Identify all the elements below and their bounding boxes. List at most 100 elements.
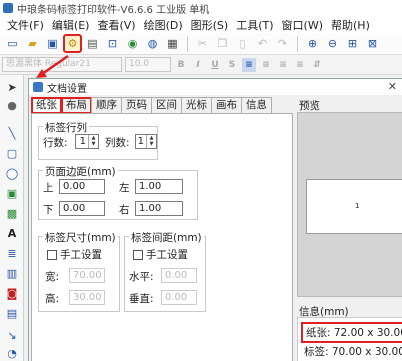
page-margins-group: 页面边距(mm) 上 0.00 左 1.00 下 0.00 右 1.00	[38, 164, 198, 220]
preview-heading: 预览	[299, 100, 320, 112]
rich-text-tool-icon[interactable]: ≣	[4, 245, 20, 261]
menu-edit[interactable]: 编辑(E)	[48, 17, 94, 33]
label-height-input[interactable]: 30.00	[69, 290, 105, 305]
redo-icon[interactable]: ↷	[274, 35, 291, 52]
checkbox-label: 手工设置	[146, 249, 188, 261]
close-icon[interactable]: ✕	[388, 80, 397, 93]
label-width-input[interactable]: 70.00	[69, 268, 105, 283]
menu-file[interactable]: 文件(F)	[3, 17, 48, 33]
undo-icon[interactable]: ↶	[254, 35, 271, 52]
align-left-icon[interactable]: ≡	[242, 57, 256, 72]
barcode-tool-icon[interactable]: ▥	[4, 265, 20, 281]
print-preview-icon[interactable]: ▤	[84, 35, 101, 52]
new-file-icon[interactable]: ▭	[4, 35, 21, 52]
zoom-page-icon[interactable]: ⊡	[104, 35, 121, 52]
select-pointer-icon[interactable]: ➤	[4, 79, 20, 95]
tab-canvas[interactable]: 画布	[211, 97, 242, 114]
preview-label-shape: 1	[306, 179, 402, 234]
hand-icon[interactable]: ●	[4, 97, 20, 113]
tab-page-number[interactable]: 页码	[121, 97, 152, 114]
margin-top-input[interactable]: 0.00	[59, 179, 105, 194]
bold-icon[interactable]: B	[174, 58, 188, 72]
width-label: 宽:	[45, 271, 60, 283]
tab-order[interactable]: 顺序	[91, 97, 122, 114]
qrcode-tool-icon[interactable]: ◙	[4, 285, 20, 301]
underline-icon[interactable]: U	[208, 58, 222, 72]
horizontal-gap-label: 水平:	[129, 271, 154, 283]
tab-info[interactable]: 信息	[241, 97, 272, 114]
open-folder-icon[interactable]: ▰	[24, 35, 41, 52]
group-label: 标签间距(mm)	[129, 230, 204, 245]
label-size-manual-checkbox[interactable]: 手工设置	[47, 247, 102, 262]
spin-arrows-icon[interactable]: ▲ ▼	[146, 135, 156, 148]
layout-tab-panel: 标签行列 行数: 1 ▲ ▼ 列数: 1 ▲ ▼ 页面边距(mm) 上 0.00 左 1…	[31, 113, 293, 361]
menu-window[interactable]: 窗口(W)	[278, 17, 327, 33]
image-tool-icon[interactable]: ▣	[4, 185, 20, 201]
zoom-out-icon[interactable]: ⊖	[324, 35, 341, 52]
tab-range[interactable]: 区间	[151, 97, 182, 114]
tab-paper[interactable]: 纸张	[31, 97, 62, 114]
tab-cursor[interactable]: 光标	[181, 97, 212, 114]
cut-icon[interactable]: ✂	[194, 35, 211, 52]
menu-view[interactable]: 查看(V)	[93, 17, 139, 33]
vertical-gap-input[interactable]: 0.00	[161, 290, 197, 305]
margin-right-input[interactable]: 1.00	[135, 201, 183, 216]
print-icon[interactable]: ◍	[144, 35, 161, 52]
label-gap-manual-checkbox[interactable]: 手工设置	[133, 247, 188, 262]
text-direction-icon[interactable]: ⇵	[310, 58, 324, 72]
align-right-icon[interactable]: ≡	[276, 58, 290, 72]
copy-icon[interactable]: ❐	[214, 35, 231, 52]
ellipse-tool-icon[interactable]: ◯	[4, 165, 20, 181]
margin-left-input[interactable]: 1.00	[135, 179, 183, 194]
document-settings-dialog: 文档设置 ✕ 纸张 布局 顺序 页码 区间 光标 画布 信息 标签行列 行数: …	[28, 78, 402, 361]
italic-icon[interactable]: I	[191, 58, 205, 72]
picture-tool-icon[interactable]: ▩	[4, 205, 20, 221]
font-name-select[interactable]: 思源黑体 Regular21	[2, 57, 122, 72]
vertical-gap-label: 垂直:	[129, 293, 154, 305]
font-size-select[interactable]: 10.0	[125, 57, 171, 72]
menu-draw[interactable]: 绘图(D)	[140, 17, 187, 33]
dialog-title: 文档设置	[47, 83, 87, 95]
info-paper-size: 纸张: 72.00 x 30.00	[301, 322, 402, 343]
arc-tool-icon[interactable]: ◔	[4, 345, 20, 361]
checkbox-label: 手工设置	[60, 249, 102, 261]
menu-shape[interactable]: 图形(S)	[187, 17, 233, 33]
strikethrough-icon[interactable]: S	[225, 58, 239, 72]
database-icon[interactable]: ◉	[124, 35, 141, 52]
menu-tools[interactable]: 工具(T)	[232, 17, 277, 33]
checkbox-box[interactable]	[47, 249, 57, 260]
table-tool-icon[interactable]: ▤	[4, 305, 20, 321]
paste-icon[interactable]: ▯	[234, 35, 251, 52]
label-gap-group: 标签间距(mm) 手工设置 水平: 0.00 垂直: 0.00	[124, 230, 206, 312]
barcode-icon[interactable]: ▦	[164, 35, 181, 52]
document-settings-icon[interactable]: ⚙	[63, 34, 82, 53]
tab-layout[interactable]: 布局	[61, 97, 92, 114]
rows-stepper[interactable]: 1 ▲ ▼	[75, 134, 99, 149]
margin-bottom-input[interactable]: 0.00	[59, 201, 105, 216]
height-label: 高:	[45, 293, 60, 305]
info-box: 纸张: 72.00 x 30.00 标签: 70.00 x 30.00	[297, 317, 402, 361]
margin-bottom-label: 下	[43, 204, 54, 216]
rows-label: 行数:	[43, 137, 68, 149]
spin-arrows-icon[interactable]: ▲ ▼	[88, 135, 98, 148]
margin-right-label: 右	[119, 204, 130, 216]
cols-stepper[interactable]: 1 ▲ ▼	[135, 134, 157, 149]
menu-help[interactable]: 帮助(H)	[327, 17, 374, 33]
zoom-in-icon[interactable]: ⊕	[304, 35, 321, 52]
dialog-titlebar: 文档设置	[29, 79, 402, 95]
align-center-icon[interactable]: ≡	[259, 58, 273, 72]
main-toolbar: ▭ ▰ ▣ ⚙ ▤ ⊡ ◉ ◍ ▦ ✂ ❐ ▯ ↶ ↷ ⊕ ⊖ ⊞ ⊠	[0, 33, 402, 55]
line-tool-icon[interactable]: ╲	[4, 125, 20, 141]
zoom-fit-icon[interactable]: ⊞	[344, 35, 361, 52]
curve-tool-icon[interactable]: ↘	[4, 327, 20, 343]
toolbar-separator	[297, 35, 298, 52]
justify-icon[interactable]: ≡	[293, 58, 307, 72]
text-tool-icon[interactable]: A	[4, 225, 20, 241]
horizontal-gap-input[interactable]: 0.00	[161, 268, 197, 283]
rounded-rect-tool-icon[interactable]: ▢	[4, 145, 20, 161]
zoom-actual-icon[interactable]: ⊠	[364, 35, 381, 52]
checkbox-box[interactable]	[133, 249, 143, 260]
settings-tabs: 纸张 布局 顺序 页码 区间 光标 画布 信息	[31, 97, 272, 114]
label-size-group: 标签尺寸(mm) 手工设置 宽: 70.00 高: 30.00	[38, 230, 120, 312]
save-icon[interactable]: ▣	[44, 35, 61, 52]
